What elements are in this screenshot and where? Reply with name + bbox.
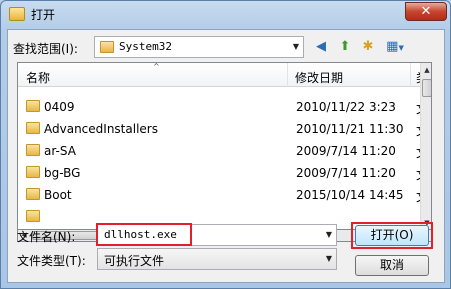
column-name[interactable]: 名称 (26, 69, 50, 86)
vertical-scrollbar[interactable]: ▲ ▼ (420, 63, 431, 229)
folder-icon (26, 210, 40, 222)
file-date: 2010/11/21 11:30 (296, 122, 404, 136)
views-glyph: ▦ (386, 39, 399, 54)
column-divider[interactable] (287, 63, 288, 87)
file-name: AdvancedInstallers (44, 122, 158, 136)
highlight-box (351, 222, 433, 249)
sort-arrow-icon: ^ (153, 62, 160, 71)
folder-icon (9, 7, 25, 21)
file-list[interactable]: 名称 ^ 修改日期 类 0409 2010/11/22 3:23 文 Advan… (17, 62, 432, 230)
list-item[interactable]: 0409 2010/11/22 3:23 文 (18, 96, 428, 118)
filetype-select[interactable]: 可执行文件 ▼ (97, 248, 337, 270)
title-bar[interactable]: 打开 ✕ (1, 1, 450, 29)
file-name: ar-SA (44, 144, 76, 158)
highlight-box (96, 223, 192, 246)
chevron-down-icon[interactable]: ▼ (324, 254, 334, 264)
close-button[interactable]: ✕ (405, 2, 447, 21)
cancel-button[interactable]: 取消 (355, 255, 429, 276)
up-folder-icon[interactable]: ⬆ (335, 37, 355, 57)
folder-icon (26, 100, 40, 112)
folder-icon (26, 188, 40, 200)
list-item[interactable]: bg-BG 2009/7/14 11:20 文 (18, 162, 428, 184)
folder-icon (26, 144, 40, 156)
list-header: 名称 ^ 修改日期 类 (18, 62, 428, 87)
scroll-thumb[interactable] (422, 79, 431, 97)
list-item[interactable]: AdvancedInstallers 2010/11/21 11:30 文 (18, 118, 428, 140)
file-name: Boot (44, 188, 72, 202)
scroll-up-icon[interactable]: ▲ (421, 63, 431, 77)
file-date: 2010/11/22 3:23 (296, 100, 396, 114)
dialog-title: 打开 (31, 8, 56, 22)
folder-icon (26, 166, 40, 178)
file-name: 0409 (44, 100, 75, 114)
filetype-label: 文件类型(T): (17, 254, 86, 268)
file-date: 2009/7/14 11:20 (296, 166, 396, 180)
filename-label: 文件名(N): (17, 230, 76, 244)
open-dialog: 打开 ✕ 查找范围(I): System32 ▼ ◀ ⬆ ✱ ▦▼ 名称 ^ 修… (0, 0, 451, 289)
filetype-value: 可执行文件 (104, 254, 165, 268)
chevron-down-icon[interactable]: ▼ (324, 230, 334, 240)
folder-icon (26, 122, 40, 134)
views-icon[interactable]: ▦▼ (382, 37, 408, 57)
lookin-value: System32 (119, 40, 172, 53)
list-item[interactable]: Boot 2015/10/14 14:45 文 (18, 184, 428, 206)
folder-icon (100, 41, 114, 53)
chevron-down-icon: ▼ (398, 44, 404, 52)
file-date: 2009/7/14 11:20 (296, 144, 396, 158)
dialog-body: 查找范围(I): System32 ▼ ◀ ⬆ ✱ ▦▼ 名称 ^ 修改日期 类… (7, 29, 445, 283)
back-icon[interactable]: ◀ (311, 37, 331, 57)
lookin-label: 查找范围(I): (13, 42, 78, 56)
lookin-combo[interactable]: System32 ▼ (94, 36, 304, 58)
file-date: 2015/10/14 14:45 (296, 188, 404, 202)
column-divider[interactable] (410, 63, 411, 87)
file-name: bg-BG (44, 166, 81, 180)
new-folder-icon[interactable]: ✱ (358, 37, 378, 57)
list-item[interactable]: ar-SA 2009/7/14 11:20 文 (18, 140, 428, 162)
column-date[interactable]: 修改日期 (295, 69, 343, 86)
chevron-down-icon[interactable]: ▼ (291, 42, 301, 52)
